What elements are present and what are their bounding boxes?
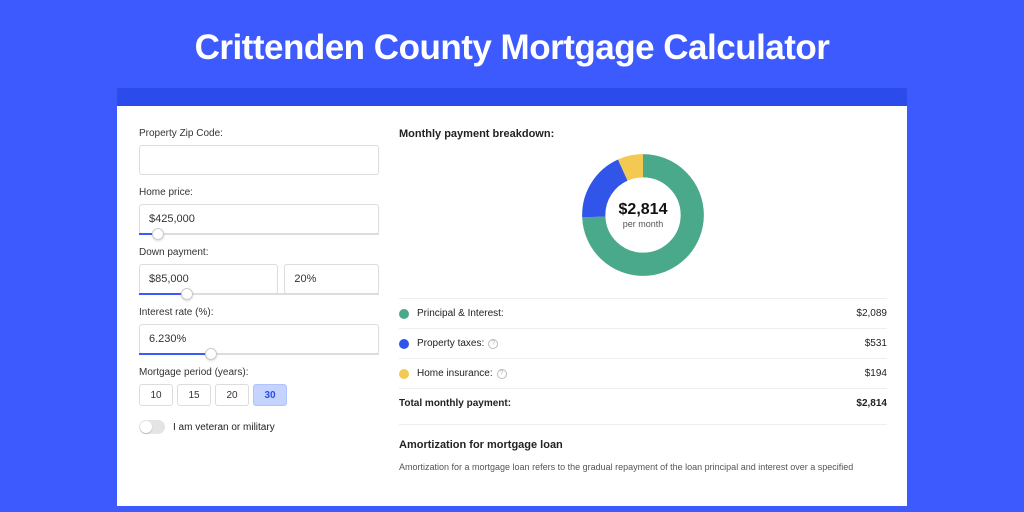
veteran-toggle-row: I am veteran or military [139, 420, 379, 434]
amortization-title: Amortization for mortgage loan [399, 439, 887, 451]
down-payment-slider[interactable] [139, 293, 379, 295]
down-payment-label: Down payment: [139, 247, 379, 258]
info-icon[interactable]: ? [497, 369, 507, 379]
down-payment-pct-input[interactable] [284, 264, 379, 294]
legend-value: $2,089 [856, 308, 887, 319]
amortization-text: Amortization for a mortgage loan refers … [399, 461, 887, 474]
card-container: Property Zip Code: Home price: Down paym… [117, 88, 907, 506]
legend-label: Property taxes:? [417, 338, 865, 349]
veteran-toggle[interactable] [139, 420, 165, 434]
field-mortgage-period: Mortgage period (years): 10152030 [139, 367, 379, 406]
donut-sub: per month [619, 219, 668, 229]
breakdown-panel: Monthly payment breakdown: $2,814 per mo… [399, 128, 887, 506]
amortization-section: Amortization for mortgage loan Amortizat… [399, 424, 887, 474]
zip-input[interactable] [139, 145, 379, 175]
page-title: Crittenden County Mortgage Calculator [0, 28, 1024, 68]
donut-center: $2,814 per month [619, 201, 668, 229]
home-price-label: Home price: [139, 187, 379, 198]
home-price-slider-thumb[interactable] [152, 228, 164, 240]
mortgage-period-label: Mortgage period (years): [139, 367, 379, 378]
legend-dot-icon [399, 369, 409, 379]
donut-chart: $2,814 per month [578, 150, 708, 280]
legend-row: Principal & Interest:$2,089 [399, 298, 887, 328]
legend-dot-icon [399, 339, 409, 349]
legend-total-row: Total monthly payment: $2,814 [399, 388, 887, 418]
interest-rate-input[interactable] [139, 324, 379, 354]
down-payment-slider-thumb[interactable] [181, 288, 193, 300]
legend: Principal & Interest:$2,089Property taxe… [399, 298, 887, 388]
legend-dot-icon [399, 309, 409, 319]
legend-label: Principal & Interest: [417, 308, 856, 319]
form-panel: Property Zip Code: Home price: Down paym… [139, 128, 379, 506]
donut-amount: $2,814 [619, 201, 668, 219]
donut-chart-wrap: $2,814 per month [399, 150, 887, 280]
veteran-toggle-label: I am veteran or military [173, 422, 275, 433]
legend-total-label: Total monthly payment: [399, 398, 856, 409]
field-down-payment: Down payment: [139, 247, 379, 295]
period-option-10[interactable]: 10 [139, 384, 173, 406]
legend-row: Home insurance:?$194 [399, 358, 887, 388]
legend-value: $194 [865, 368, 887, 379]
field-zip: Property Zip Code: [139, 128, 379, 175]
legend-value: $531 [865, 338, 887, 349]
veteran-toggle-knob [140, 421, 152, 433]
down-payment-input[interactable] [139, 264, 278, 294]
period-option-20[interactable]: 20 [215, 384, 249, 406]
period-option-30[interactable]: 30 [253, 384, 287, 406]
field-home-price: Home price: [139, 187, 379, 235]
zip-label: Property Zip Code: [139, 128, 379, 139]
period-option-15[interactable]: 15 [177, 384, 211, 406]
mortgage-period-options: 10152030 [139, 384, 379, 406]
interest-rate-slider[interactable] [139, 353, 379, 355]
interest-rate-slider-thumb[interactable] [205, 348, 217, 360]
calculator-card: Property Zip Code: Home price: Down paym… [117, 106, 907, 506]
field-interest-rate: Interest rate (%): [139, 307, 379, 355]
interest-rate-label: Interest rate (%): [139, 307, 379, 318]
legend-row: Property taxes:?$531 [399, 328, 887, 358]
legend-label: Home insurance:? [417, 368, 865, 379]
breakdown-title: Monthly payment breakdown: [399, 128, 887, 140]
legend-total-value: $2,814 [856, 398, 887, 409]
home-price-slider[interactable] [139, 233, 379, 235]
info-icon[interactable]: ? [488, 339, 498, 349]
home-price-input[interactable] [139, 204, 379, 234]
